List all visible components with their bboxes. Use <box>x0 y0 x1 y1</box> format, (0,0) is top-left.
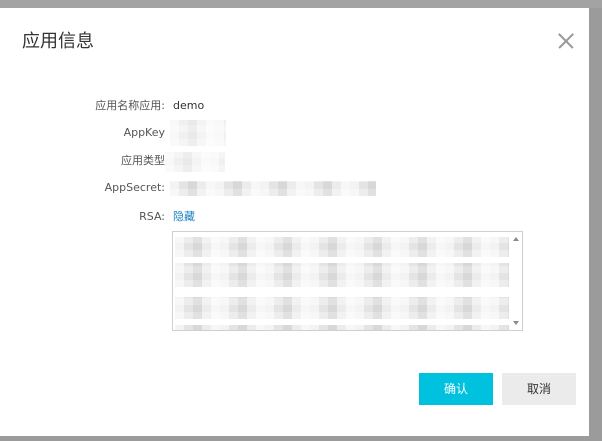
app-key-value-redacted <box>170 120 226 146</box>
cancel-button[interactable]: 取消 <box>502 373 576 405</box>
dialog-title: 应用信息 <box>22 31 94 52</box>
modal-backdrop <box>0 0 602 8</box>
rsa-key-line-redacted <box>175 297 509 319</box>
app-type-value-redacted <box>165 152 225 172</box>
field-app-key: AppKey <box>40 125 580 141</box>
rsa-hide-link[interactable]: 隐藏 <box>173 209 195 225</box>
rsa-key-line-redacted <box>175 325 509 330</box>
rsa-key-line-redacted <box>175 263 509 287</box>
scroll-up-arrow-icon[interactable] <box>513 237 519 241</box>
close-icon[interactable] <box>558 33 574 49</box>
confirm-button[interactable]: 确认 <box>419 373 493 405</box>
app-secret-label: AppSecret: <box>104 181 165 194</box>
app-type-label: 应用类型 <box>121 154 165 167</box>
app-secret-value-redacted <box>170 181 376 196</box>
rsa-label: RSA: <box>139 210 165 223</box>
textarea-scrollbar[interactable] <box>510 232 522 330</box>
scroll-down-arrow-icon[interactable] <box>513 321 519 325</box>
app-name-label: 应用名称应用: <box>95 99 165 112</box>
app-info-dialog: 应用信息 应用名称应用: demo AppKey 应用类型 AppSecret:… <box>0 8 589 436</box>
app-key-label: AppKey <box>123 126 165 139</box>
app-name-value: demo <box>173 99 205 112</box>
field-rsa: RSA: 隐藏 <box>40 209 580 225</box>
rsa-key-line-redacted <box>175 237 509 257</box>
field-app-name: 应用名称应用: demo <box>40 98 580 114</box>
field-app-type: 应用类型 <box>40 153 580 169</box>
rsa-key-textarea[interactable] <box>172 231 523 331</box>
